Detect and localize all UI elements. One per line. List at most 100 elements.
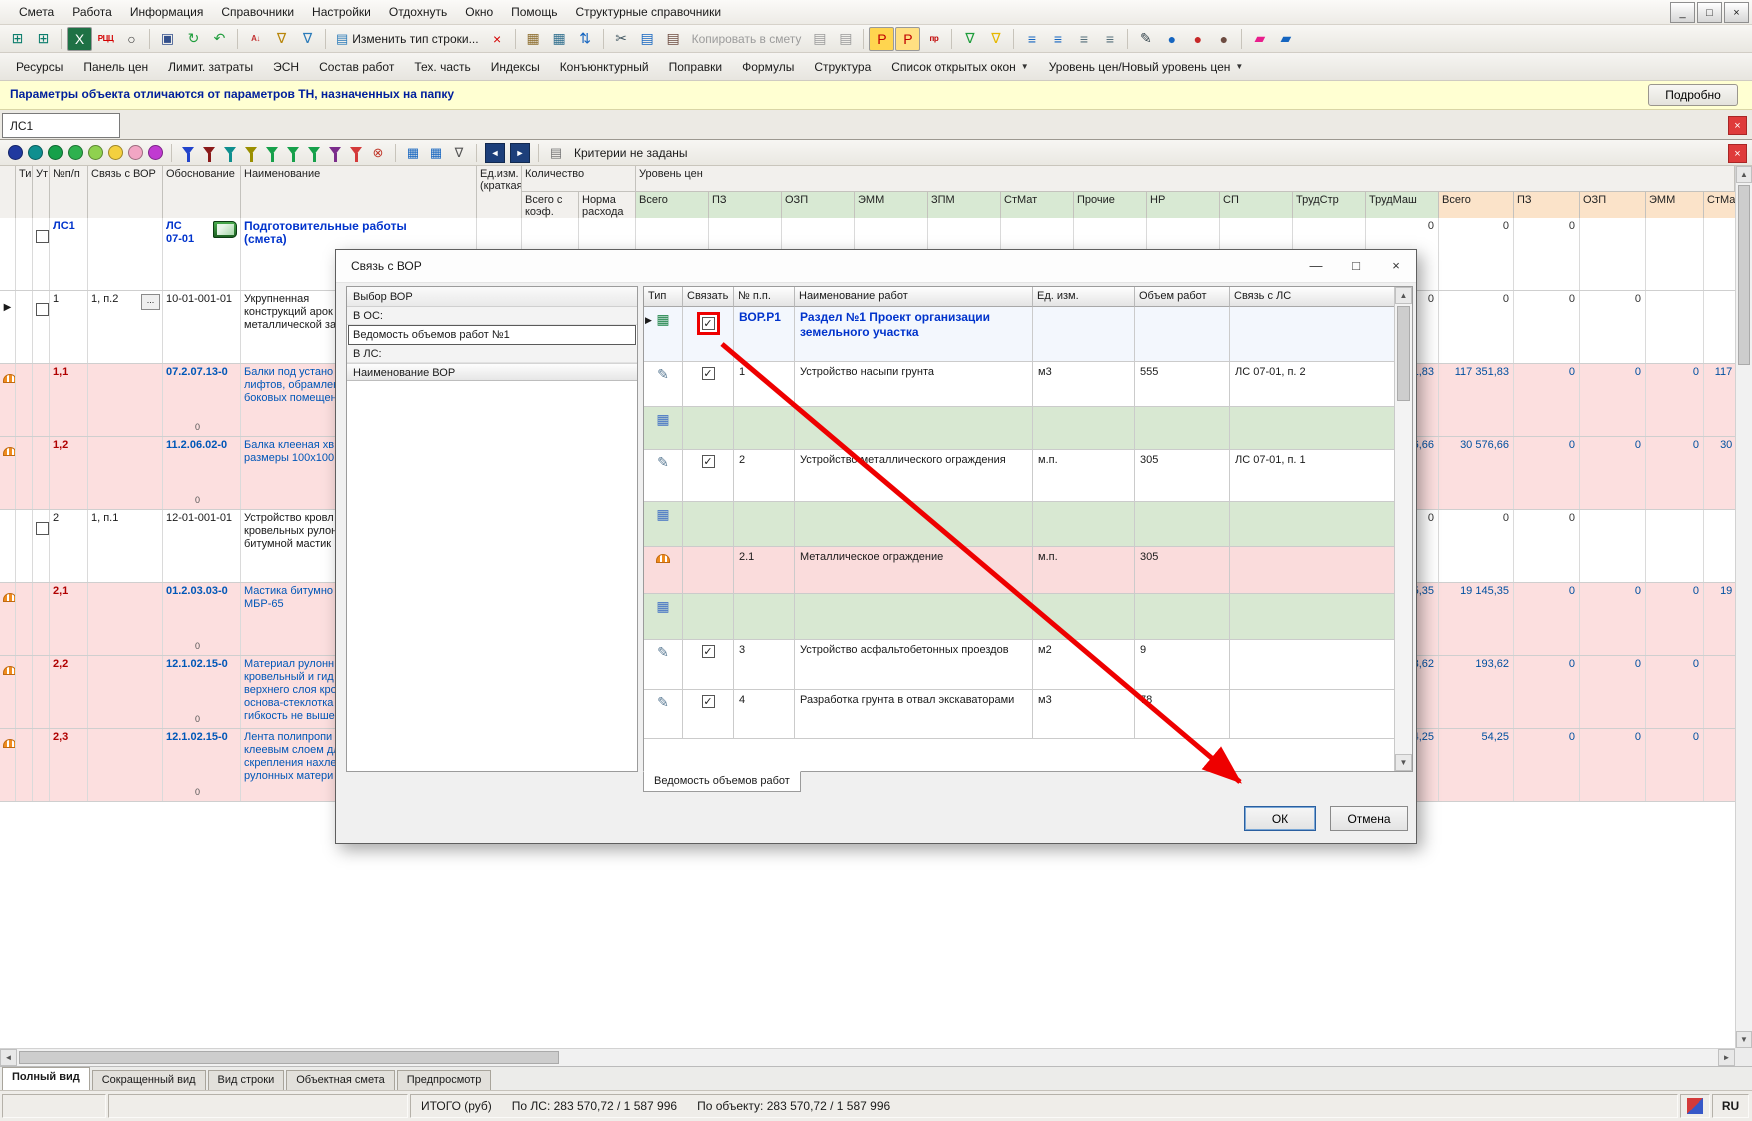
price-value-cell[interactable]: 0 bbox=[1646, 364, 1704, 436]
open-windows-dropdown[interactable]: Список открытых окон▼ bbox=[881, 56, 1038, 78]
menu-item[interactable]: Информация bbox=[121, 2, 212, 22]
vor-name-list[interactable] bbox=[347, 381, 637, 769]
vor-link-cell[interactable] bbox=[88, 364, 163, 436]
vor-unit-cell[interactable]: м.п. bbox=[1033, 450, 1135, 502]
funnel-green3-icon[interactable] bbox=[308, 147, 320, 155]
vertical-scroll-thumb[interactable] bbox=[1738, 185, 1750, 365]
dialog-scroll-thumb[interactable] bbox=[1397, 306, 1410, 401]
horizontal-scrollbar[interactable]: ◄ ► bbox=[0, 1048, 1735, 1066]
vor-name-cell[interactable]: Раздел №1 Проект организации земельного … bbox=[795, 307, 1033, 362]
highlight-blue-icon[interactable]: ▰ bbox=[1273, 27, 1298, 51]
menu-item[interactable]: Помощь bbox=[502, 2, 566, 22]
price-value-cell[interactable]: 0 bbox=[1704, 656, 1735, 728]
layout-grid-alt-icon[interactable]: ▦ bbox=[427, 144, 445, 162]
view-tab-5[interactable]: Предпросмотр bbox=[397, 1070, 492, 1090]
price-value-cell[interactable]: 0 bbox=[1704, 729, 1735, 801]
layout-grid-icon[interactable]: ▦ bbox=[404, 144, 422, 162]
funnel-green1-icon[interactable] bbox=[266, 147, 278, 155]
vor-link-cell[interactable] bbox=[88, 656, 163, 728]
price-value-cell[interactable]: 193,62 bbox=[1439, 656, 1514, 728]
price-value-cell[interactable]: 0 bbox=[1514, 510, 1580, 582]
vor-name-cell[interactable] bbox=[795, 502, 1033, 547]
vertical-scrollbar[interactable]: ▲ ▼ bbox=[1735, 166, 1752, 1048]
funnel-teal-icon[interactable] bbox=[224, 147, 236, 155]
link-checkbox[interactable]: ✓ bbox=[702, 317, 715, 330]
vor-name-cell[interactable]: Устройство металлического ограждения bbox=[795, 450, 1033, 502]
panel-limit-costs-button[interactable]: Лимит. затраты bbox=[158, 56, 263, 78]
row-number-cell[interactable]: 2,1 bbox=[50, 583, 88, 655]
vor-sheet-tab[interactable]: Ведомость объемов работ bbox=[643, 771, 801, 792]
view-tab-2[interactable]: Сокращенный вид bbox=[92, 1070, 206, 1090]
vor-link-cell[interactable] bbox=[1230, 690, 1396, 739]
vor-row[interactable]: 2.1Металлическое ограждением.п.305 bbox=[644, 547, 1396, 594]
vor-link-cell[interactable] bbox=[88, 583, 163, 655]
basis-cell[interactable]: 10-01-001-01 bbox=[163, 291, 241, 363]
vor-number-cell[interactable] bbox=[734, 407, 795, 450]
price-value-cell[interactable]: 0 bbox=[1646, 583, 1704, 655]
resource-icon[interactable]: ● bbox=[1159, 27, 1184, 51]
clear-filter-icon[interactable]: ⊗ bbox=[369, 144, 387, 162]
price-value-cell[interactable]: 0 bbox=[1580, 729, 1646, 801]
color-filter-bright-green[interactable] bbox=[68, 145, 83, 160]
price-value-cell[interactable]: 0 bbox=[1514, 583, 1580, 655]
vor-volume-cell[interactable]: 555 bbox=[1135, 362, 1230, 407]
criteria-note-icon[interactable]: ▤ bbox=[547, 144, 565, 162]
dialog-close-button[interactable]: × bbox=[1376, 250, 1416, 281]
price-value-cell[interactable]: 54,25 bbox=[1439, 729, 1514, 801]
vor-browse-button[interactable]: ... bbox=[141, 294, 160, 310]
pencil-icon[interactable]: ✎ bbox=[1133, 27, 1158, 51]
basis-cell[interactable]: ЛС07-01 bbox=[163, 218, 241, 290]
vor-name-cell[interactable]: Металлическое ограждение bbox=[795, 547, 1033, 594]
price-value-cell[interactable]: 0 bbox=[1514, 364, 1580, 436]
price-value-cell[interactable]: 0 bbox=[1580, 437, 1646, 509]
dialog-scroll-up-button[interactable]: ▲ bbox=[1395, 287, 1412, 304]
vor-volume-cell[interactable]: 78 bbox=[1135, 690, 1230, 739]
document-tab-ls1[interactable]: ЛС1 bbox=[2, 113, 120, 138]
vor-number-cell[interactable] bbox=[734, 594, 795, 640]
panel-esn-button[interactable]: ЭСН bbox=[263, 56, 309, 78]
filter-yellow-icon[interactable]: ∇ bbox=[983, 27, 1008, 51]
basis-cell[interactable]: 11.2.06.02-00 bbox=[163, 437, 241, 509]
np-icon[interactable]: пр bbox=[921, 27, 946, 51]
move-rows-icon[interactable]: ⇅ bbox=[573, 27, 598, 51]
vor-row[interactable]: ▶▦✓ВОР.Р1Раздел №1 Проект организации зе… bbox=[644, 307, 1396, 362]
price-value-cell[interactable] bbox=[1646, 218, 1704, 290]
view-tab-3[interactable]: Вид строки bbox=[208, 1070, 285, 1090]
panel-conjuncture-button[interactable]: Конъюнктурный bbox=[550, 56, 659, 78]
color-filter-teal[interactable] bbox=[28, 145, 43, 160]
vor-volume-cell[interactable] bbox=[1135, 594, 1230, 640]
price-value-cell[interactable]: 0 bbox=[1646, 656, 1704, 728]
material-icon[interactable]: ● bbox=[1211, 27, 1236, 51]
minimize-window-button[interactable]: _ bbox=[1670, 2, 1695, 23]
vor-link-cell[interactable] bbox=[1230, 547, 1396, 594]
vor-volume-cell[interactable]: 305 bbox=[1135, 450, 1230, 502]
color-filter-yellow[interactable] bbox=[108, 145, 123, 160]
funnel-red-icon[interactable] bbox=[350, 147, 362, 155]
row-number-cell[interactable]: ЛС1 bbox=[50, 218, 88, 290]
basis-cell[interactable]: 01.2.03.03-00 bbox=[163, 583, 241, 655]
menu-item[interactable]: Структурные справочники bbox=[566, 2, 730, 22]
funnel-blue-icon[interactable] bbox=[182, 147, 194, 155]
panel-prices-button[interactable]: Панель цен bbox=[73, 56, 158, 78]
price-value-cell[interactable]: 0 bbox=[1439, 510, 1514, 582]
vor-volume-cell[interactable] bbox=[1135, 407, 1230, 450]
paste-icon[interactable]: ▤ bbox=[661, 27, 686, 51]
vor-row[interactable]: ✎✓3Устройство асфальтобетонных проездовм… bbox=[644, 640, 1396, 690]
price-value-cell[interactable] bbox=[1704, 291, 1735, 363]
vor-link-cell[interactable] bbox=[1230, 640, 1396, 690]
filter-settings-icon[interactable]: ∇ bbox=[450, 144, 468, 162]
scroll-down-button[interactable]: ▼ bbox=[1736, 1031, 1752, 1048]
link-checkbox[interactable]: ✓ bbox=[702, 645, 715, 658]
price-value-cell[interactable]: 0 bbox=[1514, 437, 1580, 509]
vor-number-cell[interactable]: ВОР.Р1 bbox=[734, 307, 795, 362]
price-value-cell[interactable] bbox=[1704, 510, 1735, 582]
insert-row-icon[interactable]: ⊞ bbox=[5, 27, 30, 51]
dialog-maximize-button[interactable]: □ bbox=[1336, 250, 1376, 281]
change-row-type-button[interactable]: ▤Изменить тип строки... bbox=[331, 29, 484, 49]
price-value-cell[interactable] bbox=[1704, 218, 1735, 290]
scroll-right-button[interactable]: ► bbox=[1718, 1049, 1735, 1066]
scroll-up-button[interactable]: ▲ bbox=[1736, 166, 1752, 183]
vor-number-cell[interactable]: 3 bbox=[734, 640, 795, 690]
price-value-cell[interactable]: 0 bbox=[1580, 583, 1646, 655]
vor-unit-cell[interactable]: м.п. bbox=[1033, 547, 1135, 594]
